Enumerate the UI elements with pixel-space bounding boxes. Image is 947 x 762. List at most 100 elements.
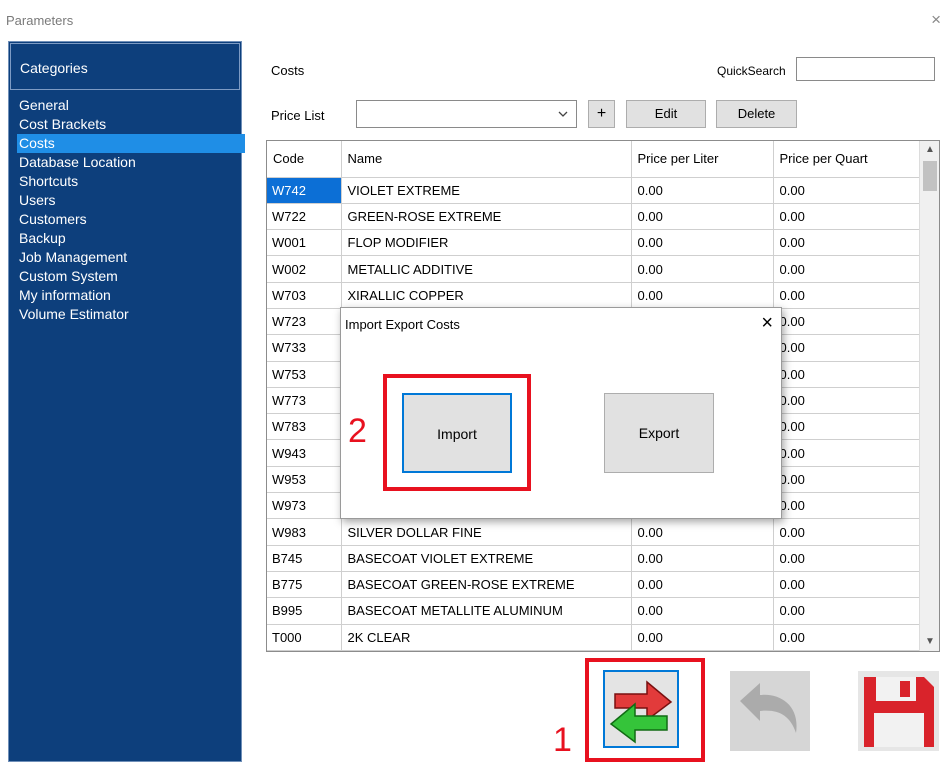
- window-title: Parameters: [6, 13, 74, 28]
- cell-name[interactable]: METALLIC ADDITIVE: [341, 255, 632, 283]
- cell-price-per-quart[interactable]: 0.00: [773, 492, 920, 520]
- cell-price-per-quart[interactable]: 0.00: [773, 518, 920, 546]
- category-item-job-management[interactable]: Job Management: [17, 248, 243, 267]
- table-row[interactable]: W722 GREEN-ROSE EXTREME 0.00 0.00: [267, 203, 920, 231]
- category-item-cost-brackets[interactable]: Cost Brackets: [17, 115, 243, 134]
- table-row[interactable]: W703 XIRALLIC COPPER 0.00 0.00: [267, 282, 920, 309]
- cell-name[interactable]: 2K CLEAR: [341, 624, 632, 651]
- cell-code[interactable]: W983: [267, 518, 342, 546]
- undo-button[interactable]: [730, 671, 810, 751]
- column-header-name[interactable]: Name: [341, 141, 632, 178]
- table-row[interactable]: B775 BASECOAT GREEN-ROSE EXTREME 0.00 0.00: [267, 571, 920, 599]
- cell-code[interactable]: B775: [267, 571, 342, 599]
- category-item-my-information[interactable]: My information: [17, 286, 243, 305]
- cell-price-per-liter[interactable]: 0.00: [631, 624, 774, 651]
- cell-code[interactable]: W001: [267, 229, 342, 257]
- save-button[interactable]: [858, 671, 939, 751]
- cell-price-per-quart[interactable]: 0.00: [773, 177, 920, 204]
- cell-name[interactable]: SILVER DOLLAR FINE: [341, 518, 632, 546]
- cell-price-per-quart[interactable]: 0.00: [773, 282, 920, 309]
- cell-code[interactable]: W723: [267, 308, 342, 336]
- category-item-volume-estimator[interactable]: Volume Estimator: [17, 305, 243, 324]
- edit-button[interactable]: Edit: [626, 100, 706, 128]
- add-price-list-button[interactable]: +: [588, 100, 615, 128]
- table-row[interactable]: W742 VIOLET EXTREME 0.00 0.00: [267, 177, 920, 204]
- cell-code[interactable]: W742: [267, 177, 342, 204]
- cell-price-per-quart[interactable]: 0.00: [773, 545, 920, 572]
- table-row[interactable]: W983 SILVER DOLLAR FINE 0.00 0.00: [267, 518, 920, 546]
- category-item-customers[interactable]: Customers: [17, 210, 243, 229]
- cell-name[interactable]: GREEN-ROSE EXTREME: [341, 203, 632, 231]
- cell-price-per-liter[interactable]: 0.00: [631, 518, 774, 546]
- cell-price-per-quart[interactable]: 0.00: [773, 203, 920, 231]
- scroll-down-icon[interactable]: ▼: [920, 633, 939, 651]
- cell-price-per-quart[interactable]: 0.00: [773, 597, 920, 625]
- cell-price-per-quart[interactable]: 0.00: [773, 334, 920, 362]
- cell-price-per-liter[interactable]: 0.00: [631, 255, 774, 283]
- cell-code[interactable]: W953: [267, 466, 342, 494]
- cell-price-per-quart[interactable]: 0.00: [773, 571, 920, 599]
- cell-name[interactable]: BASECOAT GREEN-ROSE EXTREME: [341, 571, 632, 599]
- cell-price-per-quart[interactable]: 0.00: [773, 387, 920, 415]
- cell-price-per-liter[interactable]: 0.00: [631, 203, 774, 231]
- categories-sidebar: Categories General Cost Brackets Costs D…: [8, 41, 245, 762]
- cell-price-per-quart[interactable]: 0.00: [773, 255, 920, 283]
- cell-price-per-liter[interactable]: 0.00: [631, 545, 774, 572]
- price-list-dropdown[interactable]: [356, 100, 577, 128]
- cell-name[interactable]: FLOP MODIFIER: [341, 229, 632, 257]
- category-item-custom-system[interactable]: Custom System: [17, 267, 243, 286]
- grid-scrollbar[interactable]: ▲ ▼: [919, 141, 939, 651]
- cell-price-per-liter[interactable]: 0.00: [631, 229, 774, 257]
- cell-code[interactable]: W703: [267, 282, 342, 309]
- table-row[interactable]: W001 FLOP MODIFIER 0.00 0.00: [267, 229, 920, 257]
- price-list-label: Price List: [271, 108, 325, 123]
- window-close-button[interactable]: ×: [931, 11, 941, 28]
- cell-code[interactable]: T000: [267, 624, 342, 651]
- cell-name[interactable]: VIOLET EXTREME: [341, 177, 632, 204]
- cell-price-per-quart[interactable]: 0.00: [773, 624, 920, 651]
- cell-code[interactable]: W002: [267, 255, 342, 283]
- category-item-general[interactable]: General: [17, 96, 243, 115]
- table-row[interactable]: B745 BASECOAT VIOLET EXTREME 0.00 0.00: [267, 545, 920, 572]
- cell-price-per-quart[interactable]: 0.00: [773, 361, 920, 388]
- cell-name[interactable]: BASECOAT METALLITE ALUMINUM: [341, 597, 632, 625]
- dialog-close-button[interactable]: ×: [761, 312, 773, 334]
- cell-price-per-liter[interactable]: 0.00: [631, 177, 774, 204]
- category-item-backup[interactable]: Backup: [17, 229, 243, 248]
- cell-price-per-liter[interactable]: 0.00: [631, 282, 774, 309]
- cell-price-per-quart[interactable]: 0.00: [773, 413, 920, 441]
- cell-code[interactable]: B745: [267, 545, 342, 572]
- column-header-code[interactable]: Code: [267, 141, 342, 178]
- cell-price-per-quart[interactable]: 0.00: [773, 466, 920, 494]
- cell-name[interactable]: BASECOAT VIOLET EXTREME: [341, 545, 632, 572]
- title-bar: Parameters ×: [0, 0, 947, 36]
- cell-code[interactable]: W722: [267, 203, 342, 231]
- delete-button[interactable]: Delete: [716, 100, 797, 128]
- category-item-database-location[interactable]: Database Location: [17, 153, 243, 172]
- cell-code[interactable]: W753: [267, 361, 342, 388]
- quicksearch-input[interactable]: [796, 57, 935, 81]
- category-item-users[interactable]: Users: [17, 191, 243, 210]
- cell-price-per-quart[interactable]: 0.00: [773, 439, 920, 467]
- cell-code[interactable]: W733: [267, 334, 342, 362]
- column-header-price-per-quart[interactable]: Price per Quart: [773, 141, 920, 178]
- cell-code[interactable]: B995: [267, 597, 342, 625]
- table-row[interactable]: B995 BASECOAT METALLITE ALUMINUM 0.00 0.00: [267, 597, 920, 625]
- cell-price-per-liter[interactable]: 0.00: [631, 571, 774, 599]
- cell-price-per-quart[interactable]: 0.00: [773, 229, 920, 257]
- category-item-shortcuts[interactable]: Shortcuts: [17, 172, 243, 191]
- cell-price-per-quart[interactable]: 0.00: [773, 308, 920, 336]
- cell-price-per-liter[interactable]: 0.00: [631, 597, 774, 625]
- export-button[interactable]: Export: [604, 393, 714, 473]
- cell-code[interactable]: W943: [267, 439, 342, 467]
- cell-code[interactable]: W773: [267, 387, 342, 415]
- cell-code[interactable]: W783: [267, 413, 342, 441]
- category-item-costs[interactable]: Costs: [17, 134, 245, 153]
- scroll-up-icon[interactable]: ▲: [920, 141, 939, 159]
- scrollbar-thumb[interactable]: [923, 161, 937, 191]
- table-row[interactable]: T000 2K CLEAR 0.00 0.00: [267, 624, 920, 651]
- cell-code[interactable]: W973: [267, 492, 342, 520]
- cell-name[interactable]: XIRALLIC COPPER: [341, 282, 632, 309]
- table-row[interactable]: W002 METALLIC ADDITIVE 0.00 0.00: [267, 255, 920, 283]
- column-header-price-per-liter[interactable]: Price per Liter: [631, 141, 774, 178]
